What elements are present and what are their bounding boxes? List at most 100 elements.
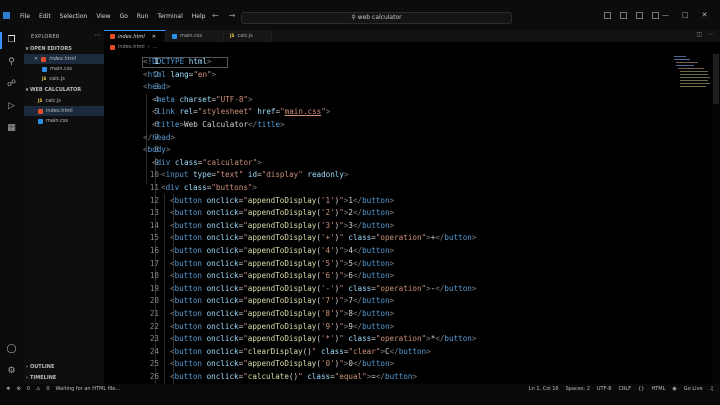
warning-count[interactable]: 0 (46, 386, 49, 392)
line-number: 19 (149, 283, 159, 293)
tab-calc-js[interactable]: JS calc.js (224, 30, 272, 42)
code-editor[interactable]: 1 2 3 4 5 6 7 8 9 10 11 12 13 14 15 16 1… (104, 54, 674, 384)
code-line: <div class="buttons"> (161, 183, 258, 192)
code-line: <head> (143, 82, 171, 92)
tab-index-html[interactable]: index.html ✕ (104, 30, 166, 42)
explorer-title: EXPLORER (31, 34, 60, 40)
breadcrumb-symbol[interactable]: ... (153, 44, 158, 50)
end-of-line[interactable]: CRLF (618, 386, 631, 392)
code-line: <link rel="stylesheet" href="main.css"> (152, 107, 331, 117)
line-number: 4 (154, 94, 159, 104)
open-editors-header[interactable]: ∨OPEN EDITORS (24, 45, 104, 53)
go-live-icon: ◉ (672, 386, 677, 392)
menu-edit[interactable]: Edit (39, 13, 51, 20)
split-editor-icon[interactable]: ◫ (696, 31, 702, 38)
file-label: index.html (46, 108, 73, 114)
code-line: <button onclick="appendToDisplay('0')">0… (170, 359, 395, 369)
file-calc-js[interactable]: JS calc.js (38, 96, 61, 106)
line-number: 16 (149, 246, 159, 255)
open-editor-index[interactable]: ✕ index.html (24, 54, 104, 64)
layout-controls (604, 12, 659, 19)
command-center-search[interactable]: ⚲ web calculator (241, 12, 512, 24)
open-editor-main-css[interactable]: main.css (42, 64, 72, 74)
css-file-icon (42, 66, 47, 72)
line-number: 22 (149, 321, 159, 331)
menu-selection[interactable]: Selection (60, 13, 88, 20)
back-arrow-icon[interactable]: ← (212, 11, 219, 20)
open-editor-calc-js[interactable]: JS calc.js (42, 74, 65, 84)
code-line: <button onclick="appendToDisplay('5')">5… (170, 258, 395, 268)
line-number: 26 (149, 372, 159, 381)
css-file-icon (38, 118, 43, 124)
language-mode[interactable]: HTML (651, 386, 665, 392)
go-live-button[interactable]: Go Live (684, 386, 703, 392)
minimize-icon[interactable]: — (662, 11, 669, 19)
tab-main-css[interactable]: main.css (166, 30, 224, 42)
file-label: main.css (46, 118, 69, 124)
toggle-secondary-sidebar-icon[interactable] (636, 12, 643, 19)
cursor-position[interactable]: Ln 1, Col 16 (529, 386, 559, 392)
code-line: <html lang="en"> (143, 69, 217, 79)
source-control-icon[interactable]: ☍ (6, 79, 17, 90)
line-number: 13 (149, 208, 159, 218)
menu-help[interactable]: Help (192, 13, 206, 20)
maximize-icon[interactable]: □ (682, 11, 689, 19)
error-icon[interactable]: ⊗ (16, 386, 20, 392)
menu-file[interactable]: File (20, 13, 30, 20)
scroll-thumb[interactable] (713, 54, 719, 104)
search-text: web calculator (357, 14, 402, 21)
menu-terminal[interactable]: Terminal (157, 13, 182, 20)
more-actions-icon[interactable]: ⋯ (94, 31, 101, 39)
indentation[interactable]: Spaces: 2 (566, 386, 590, 392)
close-icon[interactable]: ✕ (702, 11, 708, 19)
line-number: 25 (149, 359, 159, 369)
file-index-html[interactable]: index.html (24, 106, 104, 116)
close-editor-icon[interactable]: ✕ (34, 54, 38, 64)
notifications-bell-icon[interactable]: ♫ (710, 386, 714, 392)
code-line: <input type="text" id="display" readonly… (161, 170, 349, 180)
line-number: 10 (149, 170, 159, 180)
account-icon[interactable]: ◯ (6, 344, 17, 355)
chevron-right-icon: › (147, 44, 150, 50)
outline-label: OUTLINE (30, 364, 55, 370)
close-tab-icon[interactable]: ✕ (152, 31, 156, 43)
code-line: <button onclick="appendToDisplay('8')">8… (170, 309, 395, 318)
encoding[interactable]: UTF-8 (597, 386, 612, 392)
js-file-icon: JS (38, 98, 43, 103)
search-icon[interactable]: ⚲ (6, 57, 17, 68)
minimap[interactable] (672, 54, 712, 94)
indent-guide (164, 194, 165, 384)
extensions-icon[interactable]: ▦ (6, 123, 17, 134)
customize-layout-icon[interactable] (652, 12, 659, 19)
more-actions-icon[interactable]: ⋯ (708, 31, 714, 38)
timeline-header[interactable]: › TIMELINE (24, 374, 104, 382)
remote-icon[interactable]: ❖ (6, 386, 10, 392)
menu-run[interactable]: Run (137, 13, 149, 20)
toggle-panel-icon[interactable] (620, 12, 627, 19)
code-line: <button onclick="appendToDisplay('6')">6… (170, 271, 395, 281)
breadcrumb-file[interactable]: index.html (118, 44, 145, 50)
menu-view[interactable]: View (96, 13, 110, 20)
window-buttons: — □ ✕ (662, 11, 708, 19)
line-number: 21 (149, 309, 159, 318)
explorer-icon[interactable]: ❐ (0, 32, 17, 49)
code-line: <button onclick="appendToDisplay('+')" c… (170, 233, 477, 243)
line-number: 11 (149, 183, 159, 192)
menu-go[interactable]: Go (120, 13, 128, 20)
code-line: <button onclick="calculate()" class="equ… (170, 372, 418, 381)
vertical-scrollbar[interactable] (712, 54, 720, 384)
file-main-css[interactable]: main.css (38, 116, 68, 126)
run-debug-icon[interactable]: ▷ (6, 101, 17, 112)
language-braces-icon: {} (638, 386, 645, 392)
error-count[interactable]: 0 (27, 386, 30, 392)
folder-header[interactable]: ∨WEB CALCULATOR (24, 86, 104, 94)
outline-header[interactable]: › OUTLINE (24, 363, 104, 371)
code-line: <div class="calculator"> (152, 157, 262, 167)
tab-label: calc.js (237, 33, 253, 39)
status-left: ❖ ⊗ 0 ⚠ 0 Waiting for an HTML file... (6, 386, 120, 392)
manage-gear-icon[interactable]: ⚙ (6, 366, 17, 377)
toggle-sidebar-icon[interactable] (604, 12, 611, 19)
warning-icon[interactable]: ⚠ (36, 386, 40, 392)
forward-arrow-icon[interactable]: → (229, 11, 236, 20)
code-line: <title>Web Calculator</title> (152, 120, 285, 129)
